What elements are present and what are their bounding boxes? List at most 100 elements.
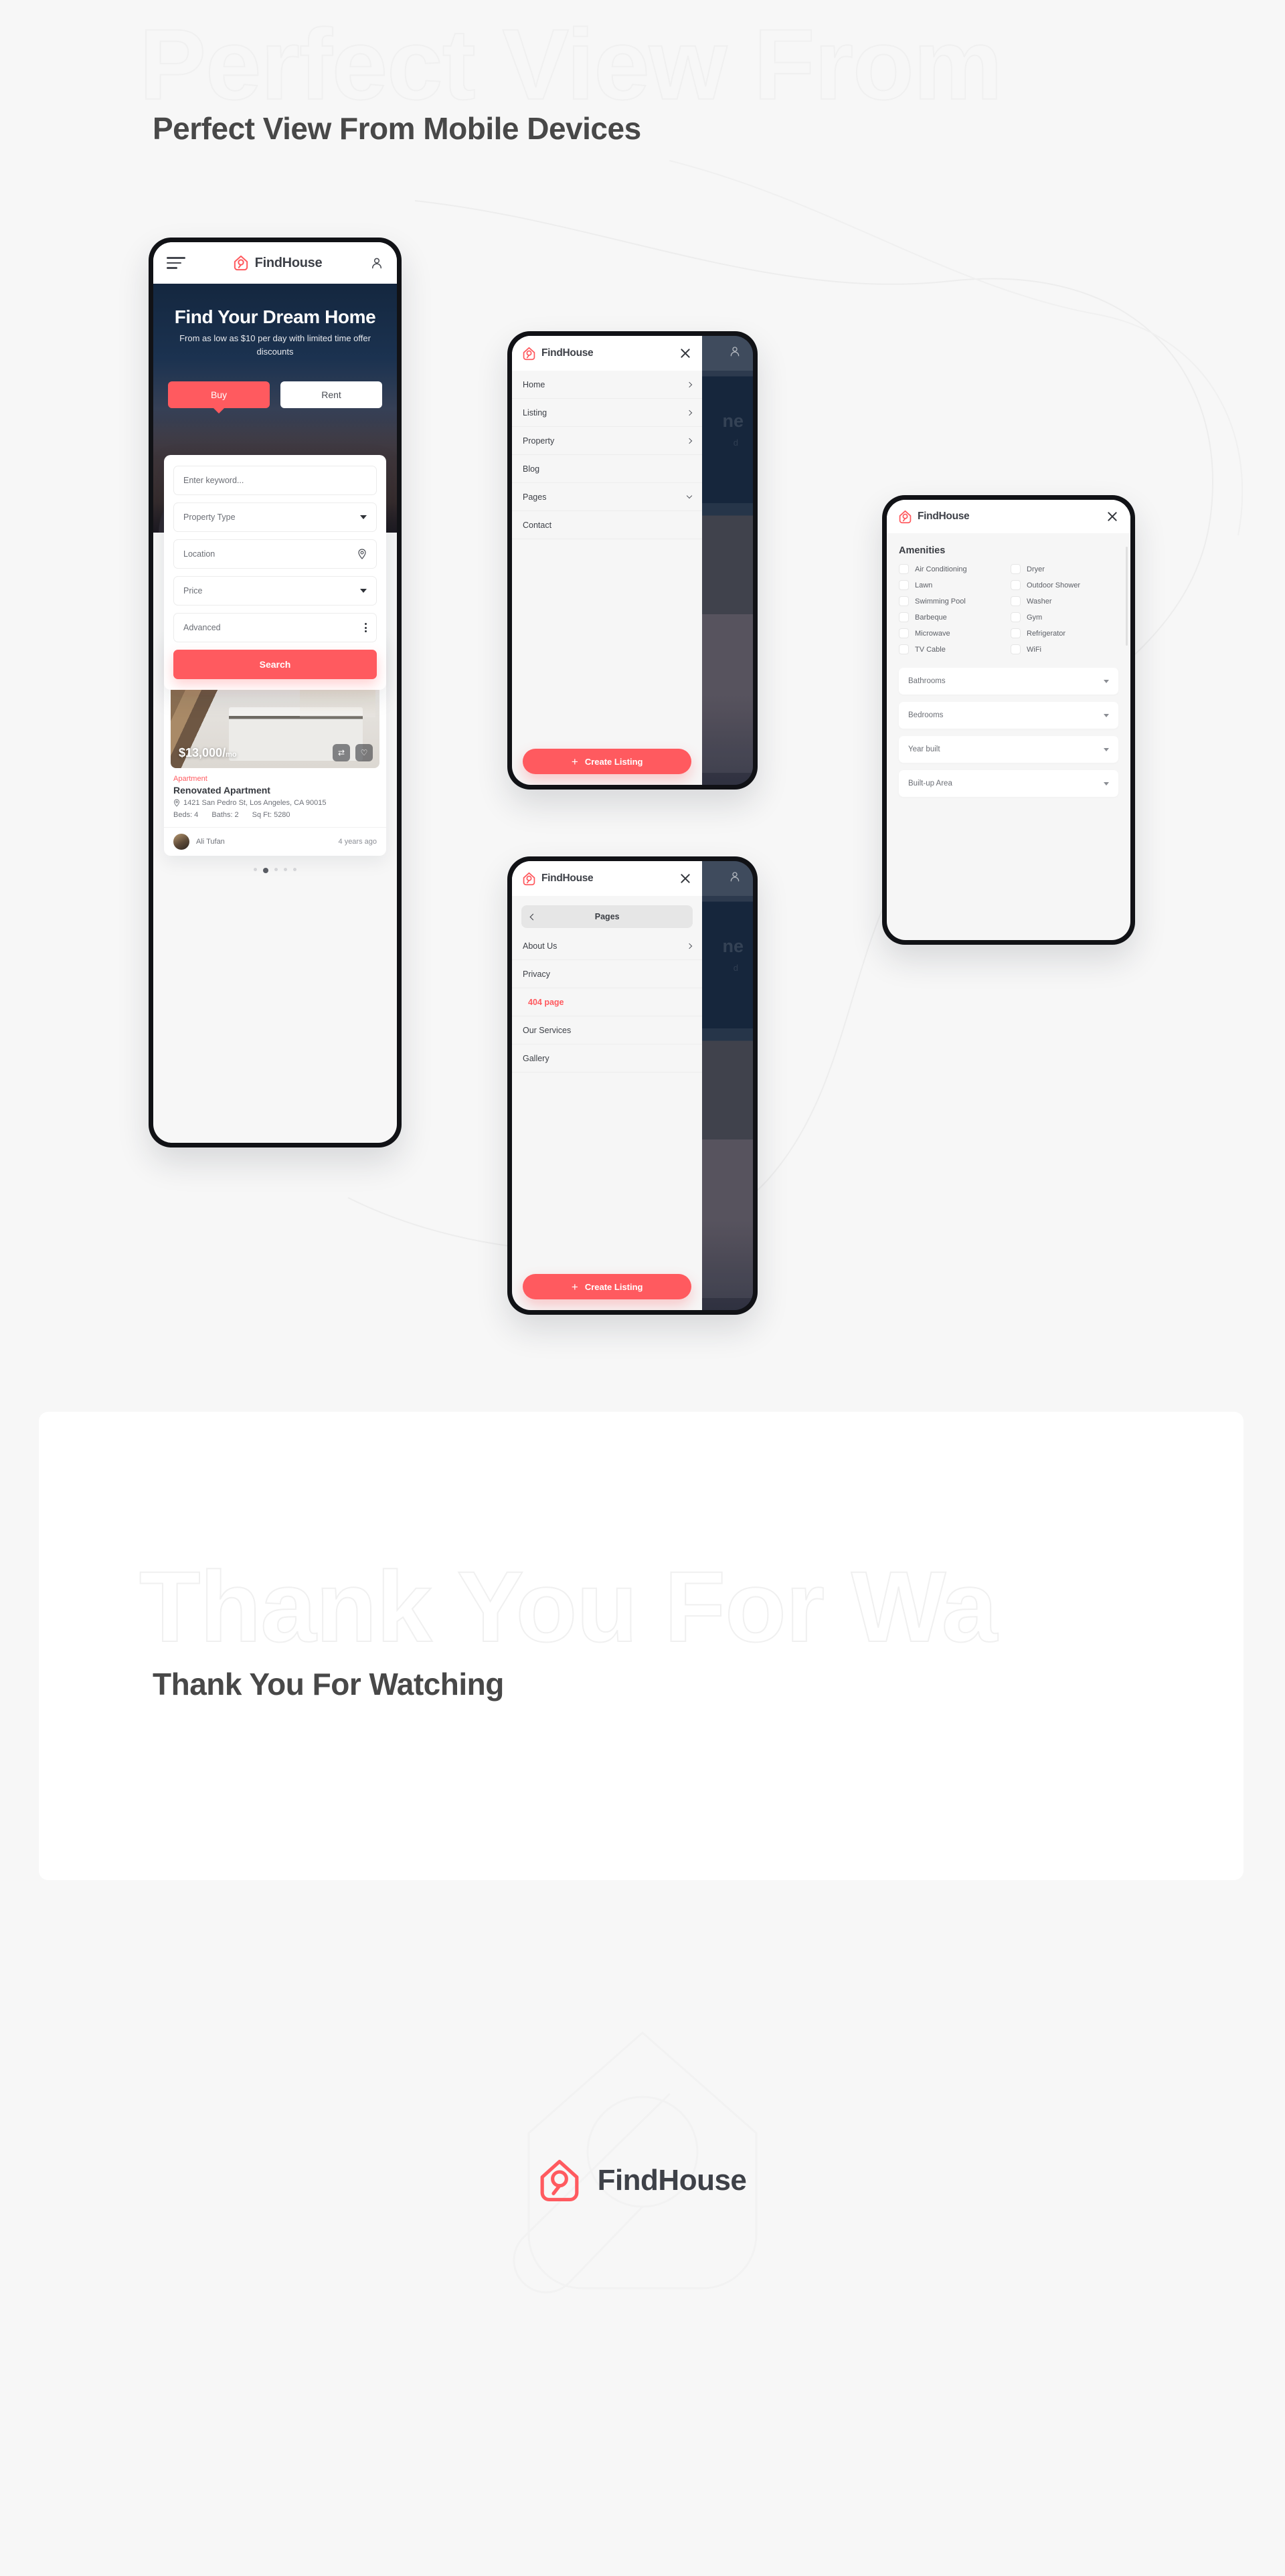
property-address-text: 1421 San Pedro St, Los Angeles, CA 90015 <box>183 799 327 807</box>
carousel-dot[interactable] <box>293 868 296 871</box>
menu-item-blog[interactable]: Blog <box>512 455 703 483</box>
footer-brand-logo: FindHouse <box>0 2158 1285 2203</box>
select-built-up-area[interactable]: Built-up Area <box>899 770 1118 797</box>
drawer-brand-name: FindHouse <box>541 347 594 359</box>
menu-item-property[interactable]: Property <box>512 427 703 455</box>
select-label: Year built <box>908 745 940 753</box>
checkbox-icon[interactable] <box>1011 564 1021 574</box>
property-sqft: Sq Ft: 5280 <box>252 811 290 819</box>
amenity-air-conditioning[interactable]: Air Conditioning <box>899 564 1007 574</box>
menu-item-contact[interactable]: Contact <box>512 511 703 539</box>
checkbox-icon[interactable] <box>899 564 909 574</box>
findhouse-pin-logo-icon <box>523 872 535 885</box>
chevron-right-icon <box>687 438 693 444</box>
amenity-outdoor-shower[interactable]: Outdoor Shower <box>1011 580 1118 590</box>
phone-mockup-filters: FindHouse Amenities Air Conditioning Dry… <box>882 495 1135 945</box>
keyword-placeholder: Enter keyword... <box>183 476 244 485</box>
amenity-refrigerator[interactable]: Refrigerator <box>1011 628 1118 638</box>
amenity-lawn[interactable]: Lawn <box>899 580 1007 590</box>
amenity-wifi[interactable]: WiFi <box>1011 644 1118 654</box>
filters-header: FindHouse <box>887 500 1130 533</box>
amenity-tv-cable[interactable]: TV Cable <box>899 644 1007 654</box>
property-type-select[interactable]: Property Type <box>173 502 377 532</box>
amenity-microwave[interactable]: Microwave <box>899 628 1007 638</box>
create-listing-button[interactable]: + Create Listing <box>523 749 692 774</box>
price-select[interactable]: Price <box>173 576 377 606</box>
amenity-label: Refrigerator <box>1027 629 1066 638</box>
amenity-label: Barbeque <box>915 613 947 622</box>
checkbox-icon[interactable] <box>899 628 909 638</box>
map-pin-icon <box>173 799 180 807</box>
menu-item-listing[interactable]: Listing <box>512 399 703 427</box>
user-account-icon <box>730 347 740 357</box>
amenity-washer[interactable]: Washer <box>1011 596 1118 606</box>
amenity-label: TV Cable <box>915 645 946 654</box>
navigation-drawer-pages: FindHouse Pages About Us Privacy 404 pag… <box>512 861 703 1310</box>
carousel-dot-active[interactable] <box>263 868 268 873</box>
create-listing-button[interactable]: + Create Listing <box>523 1274 692 1299</box>
checkbox-icon[interactable] <box>1011 596 1021 606</box>
brand-logo[interactable]: FindHouse <box>185 255 370 271</box>
amenity-label: Air Conditioning <box>915 565 967 573</box>
posted-time: 4 years ago <box>338 838 377 846</box>
menu-item-privacy[interactable]: Privacy <box>512 960 703 988</box>
menu-item-label: Pages <box>523 492 547 502</box>
checkbox-icon[interactable] <box>899 580 909 590</box>
checkbox-icon[interactable] <box>1011 612 1021 622</box>
property-baths: Baths: 2 <box>211 811 239 819</box>
amenity-swimming-pool[interactable]: Swimming Pool <box>899 596 1007 606</box>
brand-name: FindHouse <box>254 255 323 270</box>
select-bedrooms[interactable]: Bedrooms <box>899 702 1118 729</box>
location-input[interactable]: Location <box>173 539 377 569</box>
toggle-buy[interactable]: Buy <box>168 381 270 409</box>
amenity-label: Microwave <box>915 629 950 638</box>
menu-item-label: Our Services <box>523 1025 572 1035</box>
menu-item-label: Gallery <box>523 1053 549 1063</box>
close-x-icon[interactable] <box>679 872 691 885</box>
select-label: Built-up Area <box>908 779 952 788</box>
menu-item-our-services[interactable]: Our Services <box>512 1016 703 1044</box>
checkbox-icon[interactable] <box>1011 644 1021 654</box>
menu-item-gallery[interactable]: Gallery <box>512 1044 703 1073</box>
checkbox-icon[interactable] <box>899 612 909 622</box>
checkbox-icon[interactable] <box>899 596 909 606</box>
close-x-icon[interactable] <box>679 347 691 359</box>
amenity-label: Gym <box>1027 613 1043 622</box>
compare-arrows-icon[interactable]: ⇄ <box>333 744 350 761</box>
carousel-dots[interactable] <box>164 868 386 885</box>
carousel-dot[interactable] <box>274 868 278 871</box>
advanced-toggle[interactable]: Advanced <box>173 613 377 642</box>
menu-item-label: Home <box>523 379 545 389</box>
checkbox-icon[interactable] <box>1011 628 1021 638</box>
hamburger-menu-icon[interactable] <box>167 257 185 269</box>
menu-item-home[interactable]: Home <box>512 371 703 399</box>
amenity-barbeque[interactable]: Barbeque <box>899 612 1007 622</box>
property-title: Renovated Apartment <box>173 785 270 796</box>
close-x-icon[interactable] <box>1106 511 1118 523</box>
hero-title: Find Your Dream Home <box>174 306 376 327</box>
scrollbar[interactable] <box>1126 547 1128 646</box>
carousel-dot[interactable] <box>284 868 287 871</box>
menu-item-404-page[interactable]: 404 page <box>512 988 703 1016</box>
price-label: Price <box>183 586 203 595</box>
toggle-rent[interactable]: Rent <box>280 381 382 409</box>
checkbox-icon[interactable] <box>1011 580 1021 590</box>
select-year-built[interactable]: Year built <box>899 736 1118 763</box>
amenity-gym[interactable]: Gym <box>1011 612 1118 622</box>
menu-item-pages[interactable]: Pages <box>512 483 703 511</box>
top-watermark-text: Perfect View From <box>139 7 1003 121</box>
user-account-icon[interactable] <box>370 256 383 270</box>
carousel-dot[interactable] <box>254 868 257 871</box>
submenu-header[interactable]: Pages <box>521 905 693 928</box>
advanced-label: Advanced <box>183 623 221 632</box>
select-bathrooms[interactable]: Bathrooms <box>899 668 1118 695</box>
search-button[interactable]: Search <box>173 650 377 679</box>
menu-item-about-us[interactable]: About Us <box>512 932 703 960</box>
amenity-dryer[interactable]: Dryer <box>1011 564 1118 574</box>
heart-icon[interactable]: ♡ <box>355 744 373 761</box>
phone-home-screen: FindHouse Find Your Dream Home From as l… <box>153 242 397 1143</box>
checkbox-icon[interactable] <box>899 644 909 654</box>
keyword-input[interactable]: Enter keyword... <box>173 466 377 495</box>
property-meta: Beds: 4 Baths: 2 Sq Ft: 5280 <box>173 811 377 819</box>
menu-item-label: Blog <box>523 464 540 474</box>
